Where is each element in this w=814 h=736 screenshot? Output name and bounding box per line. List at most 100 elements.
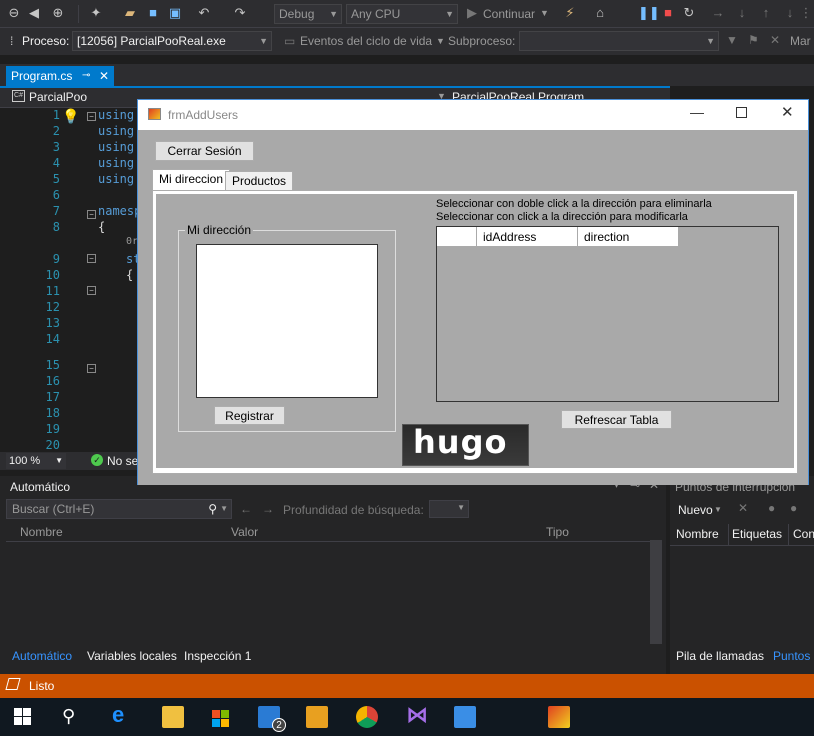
window-titlebar[interactable]: frmAddUsers — ✕	[138, 100, 808, 130]
merge-icon[interactable]: ✕	[770, 33, 780, 47]
fold-toggle-icon[interactable]: −	[87, 112, 96, 121]
windows-start-icon[interactable]	[14, 708, 32, 726]
process-select[interactable]: [12056] ParcialPooReal.exe ▼	[72, 31, 272, 51]
flag-icon[interactable]: ⚑	[748, 33, 759, 47]
save-all-icon[interactable]: ▣	[167, 5, 183, 21]
tab-call-stack[interactable]: Pila de llamadas	[676, 649, 764, 663]
more-icon[interactable]: ⋮	[798, 5, 814, 21]
step-over-icon[interactable]: →	[710, 5, 726, 21]
autos-search-input[interactable]: Buscar (Ctrl+E) ⚲ ▼	[6, 499, 232, 519]
logout-button[interactable]: Cerrar Sesión	[155, 141, 254, 161]
app-window-icon[interactable]	[548, 706, 570, 728]
export-icon[interactable]: ●	[790, 501, 797, 515]
mail-icon[interactable]: 2	[258, 706, 286, 732]
tab-watch[interactable]: Inspección 1	[184, 649, 251, 663]
tab-products[interactable]: Productos	[225, 171, 294, 191]
grid-col-direction[interactable]: direction	[578, 227, 678, 247]
lifecycle-label[interactable]: Eventos del ciclo de vida	[300, 34, 432, 48]
filter-icon[interactable]: ▼	[726, 33, 738, 47]
home-icon[interactable]: ⌂	[592, 5, 608, 21]
redo-icon[interactable]: ↷	[232, 5, 248, 21]
restart-icon[interactable]: ↻	[681, 5, 697, 21]
code-line[interactable]: {	[126, 268, 133, 282]
fold-toggle-icon[interactable]: −	[87, 254, 96, 263]
subprocess-select[interactable]: ▼	[519, 31, 719, 51]
maximize-icon[interactable]	[736, 107, 747, 118]
tab-breakpoints[interactable]: Puntos	[773, 649, 810, 663]
new-project-icon[interactable]: ✦	[88, 5, 104, 21]
col-name[interactable]: Nombre	[20, 525, 63, 539]
step-out-icon[interactable]: ↑	[758, 5, 774, 21]
address-datagrid[interactable]: idAddress direction	[436, 226, 779, 402]
fold-toggle-icon[interactable]: −	[87, 286, 96, 295]
project-selector[interactable]: ParcialPoo	[29, 90, 87, 104]
code-line[interactable]: namesp	[98, 204, 141, 218]
back-icon[interactable]: ⊖	[6, 5, 22, 21]
chevron-down-icon[interactable]: ▼	[540, 8, 549, 18]
arrow-right-icon[interactable]: →	[262, 502, 274, 516]
col-value[interactable]: Valor	[231, 525, 258, 539]
mail-badge: 2	[272, 718, 286, 732]
search-icon[interactable]: ⚲	[62, 706, 84, 728]
grid-col-idaddress[interactable]: idAddress	[477, 227, 578, 247]
platform-select[interactable]: Any CPU ▼	[346, 4, 458, 24]
fire-icon[interactable]: ⚡	[562, 5, 578, 21]
chevron-down-icon[interactable]: ▼	[436, 36, 445, 46]
pause-icon[interactable]: ❚❚	[638, 5, 660, 21]
forward-icon[interactable]: ⊕	[50, 5, 66, 21]
continue-button[interactable]: Continuar	[483, 7, 535, 21]
chevron-down-icon[interactable]: ▼	[220, 500, 228, 518]
tab-autos[interactable]: Automático	[12, 649, 72, 663]
refresh-table-button[interactable]: Refrescar Tabla	[561, 410, 672, 429]
code-line[interactable]: using	[98, 172, 134, 186]
open-folder-icon[interactable]: ▰	[122, 5, 138, 21]
config-select[interactable]: Debug ▼	[274, 4, 342, 24]
bp-col-labels[interactable]: Etiquetas	[732, 527, 782, 541]
address-textbox[interactable]	[196, 244, 378, 398]
autos-scrollbar[interactable]	[650, 540, 662, 644]
tab-my-address[interactable]: Mi direccion	[152, 169, 231, 191]
code-line[interactable]: using	[98, 156, 134, 170]
step-into-icon[interactable]: ↓	[734, 5, 750, 21]
store-icon[interactable]	[210, 706, 232, 728]
issues-status: No se	[107, 454, 139, 468]
zoom-select[interactable]: 100 % ▼	[6, 453, 66, 469]
register-button[interactable]: Registrar	[214, 406, 285, 425]
tab-locals[interactable]: Variables locales	[87, 649, 177, 663]
close-icon[interactable]: ✕	[781, 103, 794, 121]
bp-col-name[interactable]: Nombre	[676, 527, 719, 541]
fold-toggle-icon[interactable]: −	[87, 364, 96, 373]
close-icon[interactable]: ✕	[99, 66, 109, 86]
toggle-icon[interactable]: ●	[768, 501, 775, 515]
fold-toggle-icon[interactable]: −	[87, 210, 96, 219]
save-icon[interactable]: ■	[145, 5, 161, 21]
code-line[interactable]: {	[98, 220, 105, 234]
bp-col-condition[interactable]: Con	[793, 527, 814, 541]
media-player-icon[interactable]	[306, 706, 328, 728]
back-nav-icon[interactable]: ◀	[26, 5, 42, 21]
step-icon[interactable]: ↓	[782, 5, 798, 21]
chevron-down-icon[interactable]: ▼	[714, 505, 722, 514]
edge-icon[interactable]: e	[112, 702, 134, 727]
tab-program-cs[interactable]: Program.cs ⊸ ✕	[6, 66, 114, 86]
stop-icon[interactable]: ■	[660, 5, 676, 21]
code-line[interactable]: using	[98, 108, 134, 122]
minimize-icon[interactable]: —	[690, 104, 704, 120]
pin-icon[interactable]: ⊸	[82, 66, 90, 86]
play-icon[interactable]: ▶	[464, 5, 480, 21]
search-depth-select[interactable]: ▼	[429, 500, 469, 518]
code-line[interactable]: using	[98, 140, 134, 154]
col-type[interactable]: Tipo	[546, 525, 569, 539]
code-line[interactable]: using	[98, 124, 134, 138]
arrow-left-icon[interactable]: ←	[240, 502, 252, 516]
search-icon[interactable]: ⚲	[208, 500, 217, 518]
chrome-icon[interactable]	[356, 706, 378, 728]
lifecycle-icon[interactable]: ▭	[284, 34, 295, 48]
visual-studio-icon[interactable]: ⋈	[406, 702, 428, 727]
delete-icon[interactable]: ✕	[738, 501, 748, 515]
file-explorer-icon[interactable]	[162, 706, 184, 728]
lightbulb-icon[interactable]: 💡	[62, 108, 79, 125]
photos-icon[interactable]	[454, 706, 476, 728]
new-breakpoint-button[interactable]: Nuevo	[678, 503, 713, 517]
undo-icon[interactable]: ↶	[196, 5, 212, 21]
